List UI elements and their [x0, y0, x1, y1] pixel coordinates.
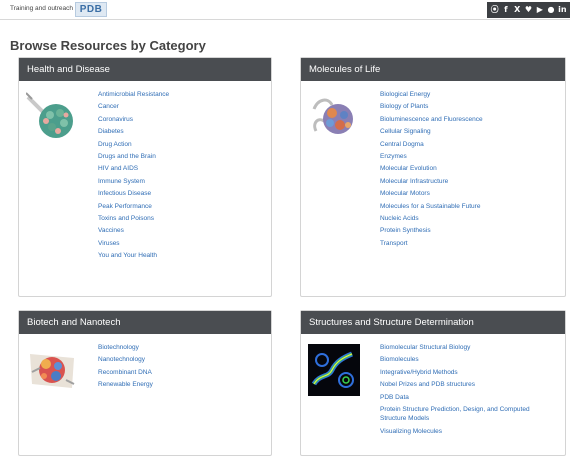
- card-title: Structures and Structure Determination: [301, 311, 565, 334]
- link-you-and-your-health[interactable]: You and Your Health: [98, 251, 169, 263]
- link-cellular-signaling[interactable]: Cellular Signaling: [380, 127, 483, 139]
- link-biomolecular-structural-biology[interactable]: Biomolecular Structural Biology: [380, 343, 550, 355]
- link-biomolecules[interactable]: Biomolecules: [380, 355, 550, 367]
- electron-density-illustration: [308, 344, 360, 396]
- link-biological-energy[interactable]: Biological Energy: [380, 90, 483, 102]
- category-links: Biomolecular Structural Biology Biomolec…: [380, 343, 550, 439]
- molecule-illustration: [312, 98, 353, 134]
- link-recombinant-dna[interactable]: Recombinant DNA: [98, 368, 153, 380]
- link-transport[interactable]: Transport: [380, 239, 483, 251]
- link-coronavirus[interactable]: Coronavirus: [98, 115, 169, 127]
- category-card-biotech: Biotech and Nanotech Biotechnology Nanot…: [18, 310, 272, 456]
- link-nobel-prizes-and-pdb-structures[interactable]: Nobel Prizes and PDB structures: [380, 380, 550, 392]
- link-renewable-energy[interactable]: Renewable Energy: [98, 380, 153, 392]
- link-hiv-and-aids[interactable]: HIV and AIDS: [98, 164, 169, 176]
- link-molecular-motors[interactable]: Molecular Motors: [380, 189, 483, 201]
- link-molecular-infrastructure[interactable]: Molecular Infrastructure: [380, 177, 483, 189]
- category-card-health: Health and Disease Antimicrobial Resista…: [18, 57, 272, 297]
- link-integrative-hybrid-methods[interactable]: Integrative/Hybrid Methods: [380, 368, 550, 380]
- linkedin-icon[interactable]: in: [558, 6, 567, 14]
- link-visualizing-molecules[interactable]: Visualizing Molecules: [380, 427, 550, 439]
- link-molecules-for-a-sustainable-future[interactable]: Molecules for a Sustainable Future: [380, 202, 483, 214]
- link-protein-structure-prediction[interactable]: Protein Structure Prediction, Design, an…: [380, 405, 550, 427]
- bluesky-icon[interactable]: ♥: [524, 6, 533, 14]
- youtube-icon[interactable]: ▶: [535, 6, 544, 14]
- link-drugs-and-the-brain[interactable]: Drugs and the Brain: [98, 152, 169, 164]
- category-links: Biological Energy Biology of Plants Biol…: [380, 90, 483, 251]
- link-nanotechnology[interactable]: Nanotechnology: [98, 355, 153, 367]
- link-antimicrobial-resistance[interactable]: Antimicrobial Resistance: [98, 90, 169, 102]
- link-biotechnology[interactable]: Biotechnology: [98, 343, 153, 355]
- link-nucleic-acids[interactable]: Nucleic Acids: [380, 214, 483, 226]
- link-diabetes[interactable]: Diabetes: [98, 127, 169, 139]
- link-pdb-data[interactable]: PDB Data: [380, 393, 550, 405]
- category-card-molecules: Molecules of Life Biological Energy Biol…: [300, 57, 566, 297]
- category-links: Biotechnology Nanotechnology Recombinant…: [98, 343, 153, 393]
- card-title: Biotech and Nanotech: [19, 311, 271, 334]
- card-title: Health and Disease: [19, 58, 271, 81]
- social-links: ⦿ f X ♥ ▶ ● in: [487, 2, 570, 18]
- facebook-icon[interactable]: f: [501, 6, 510, 14]
- x-icon[interactable]: X: [513, 6, 522, 14]
- link-drug-action[interactable]: Drug Action: [98, 140, 169, 152]
- category-links: Antimicrobial Resistance Cancer Coronavi…: [98, 90, 169, 263]
- link-cancer[interactable]: Cancer: [98, 102, 169, 114]
- link-vaccines[interactable]: Vaccines: [98, 226, 169, 238]
- link-peak-performance[interactable]: Peak Performance: [98, 202, 169, 214]
- github-icon[interactable]: ●: [547, 6, 556, 14]
- link-toxins-and-poisons[interactable]: Toxins and Poisons: [98, 214, 169, 226]
- link-immune-system[interactable]: Immune System: [98, 177, 169, 189]
- link-viruses[interactable]: Viruses: [98, 239, 169, 251]
- link-central-dogma[interactable]: Central Dogma: [380, 140, 483, 152]
- link-infectious-disease[interactable]: Infectious Disease: [98, 189, 169, 201]
- rss-icon[interactable]: ⦿: [490, 6, 499, 14]
- link-protein-synthesis[interactable]: Protein Synthesis: [380, 226, 483, 238]
- category-card-structures: Structures and Structure Determination B…: [300, 310, 566, 456]
- top-bar: Training and outreach portal of PDB ⦿ f …: [0, 0, 570, 20]
- page-title: Browse Resources by Category: [10, 38, 206, 53]
- nanotech-illustration: [26, 344, 78, 396]
- card-title: Molecules of Life: [301, 58, 565, 81]
- link-molecular-evolution[interactable]: Molecular Evolution: [380, 164, 483, 176]
- link-bioluminescence-and-fluorescence[interactable]: Bioluminescence and Fluorescence: [380, 115, 483, 127]
- virus-illustration: [26, 92, 73, 138]
- link-biology-of-plants[interactable]: Biology of Plants: [380, 102, 483, 114]
- pdb-logo-text: PDB: [79, 4, 103, 15]
- link-enzymes[interactable]: Enzymes: [380, 152, 483, 164]
- pdb-logo[interactable]: PDB: [75, 2, 107, 17]
